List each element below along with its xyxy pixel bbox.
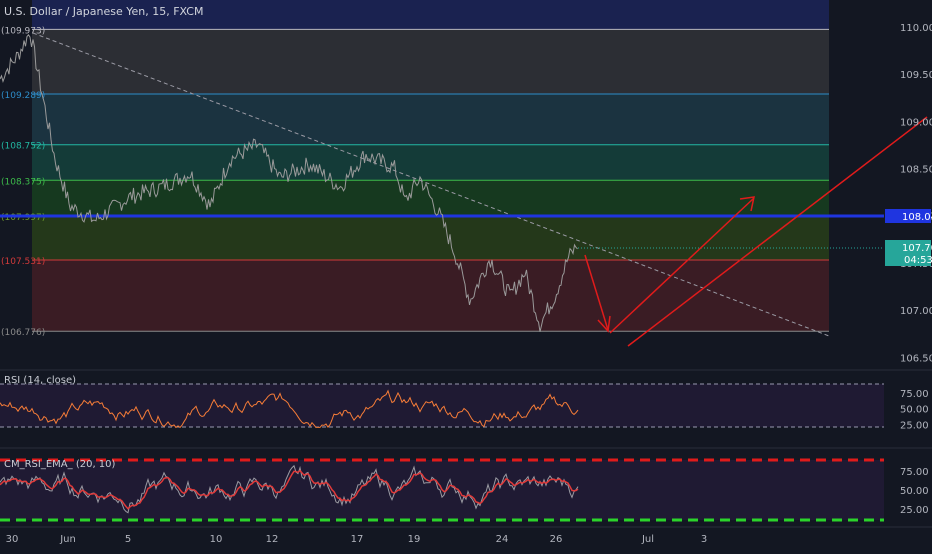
cm-tick: 75.00 xyxy=(900,467,929,478)
fib-band xyxy=(32,93,829,145)
fib-level-label: (108.752) xyxy=(1,142,45,152)
fib-level-label: (108.375) xyxy=(1,177,45,187)
price-tick: 110.000 xyxy=(900,23,932,34)
fib-level-label: (107.531) xyxy=(1,257,45,267)
time-tick: 26 xyxy=(550,534,563,545)
cm-tick: 25.00 xyxy=(900,505,929,516)
fib-band xyxy=(32,29,829,94)
badge-countdown: 04:53 xyxy=(904,255,932,266)
chart-title: U.S. Dollar / Japanese Yen, 15, FXCM xyxy=(4,5,204,18)
price-tick: 109.500 xyxy=(900,70,932,81)
price-tick: 108.500 xyxy=(900,164,932,175)
time-tick: Jul xyxy=(641,534,654,545)
time-tick: 19 xyxy=(408,534,421,545)
time-tick: 5 xyxy=(125,534,131,545)
time-tick: 30 xyxy=(6,534,19,545)
rsi-label[interactable]: RSI (14, close) xyxy=(4,375,76,386)
fib-band xyxy=(32,144,829,181)
fib-level-label: (109.973) xyxy=(1,26,45,36)
rsi-band xyxy=(0,384,884,427)
rsi-tick: 50.00 xyxy=(900,405,929,416)
cm-rsi-label[interactable]: CM_RSI_EMA_ (20, 10) xyxy=(4,459,115,470)
badge-last: 107.707 xyxy=(902,243,932,254)
price-tick: 107.000 xyxy=(900,306,932,317)
time-tick: 17 xyxy=(351,534,364,545)
fib-level-label: (106.776) xyxy=(1,328,45,338)
rsi-axis: 75.00 50.00 25.00 xyxy=(900,389,929,432)
rsi-tick: 25.00 xyxy=(900,420,929,431)
fib-band xyxy=(32,215,829,260)
time-tick: 12 xyxy=(266,534,279,545)
time-tick: 3 xyxy=(701,534,707,545)
time-tick: 10 xyxy=(210,534,223,545)
time-tick: 24 xyxy=(496,534,509,545)
price-tick: 109.000 xyxy=(900,117,932,128)
fib-level-label: (107.997) xyxy=(1,213,45,223)
chart-area[interactable]: (109.973) (109.289) (108.752) (108.375) (107… xyxy=(0,0,932,550)
cm-axis: 75.00 50.00 25.00 xyxy=(900,467,929,516)
rsi-tick: 75.00 xyxy=(900,389,929,400)
chart-canvas[interactable]: (109.973) (109.289) (108.752) (108.375) (107… xyxy=(0,0,932,550)
badge-level: 108.045 xyxy=(902,212,932,223)
cm-tick: 50.00 xyxy=(900,486,929,497)
time-tick: Jun xyxy=(59,534,76,545)
fib-level-label: (109.289) xyxy=(1,91,45,101)
price-tick: 106.500 xyxy=(900,353,932,364)
fib-band xyxy=(32,259,829,332)
